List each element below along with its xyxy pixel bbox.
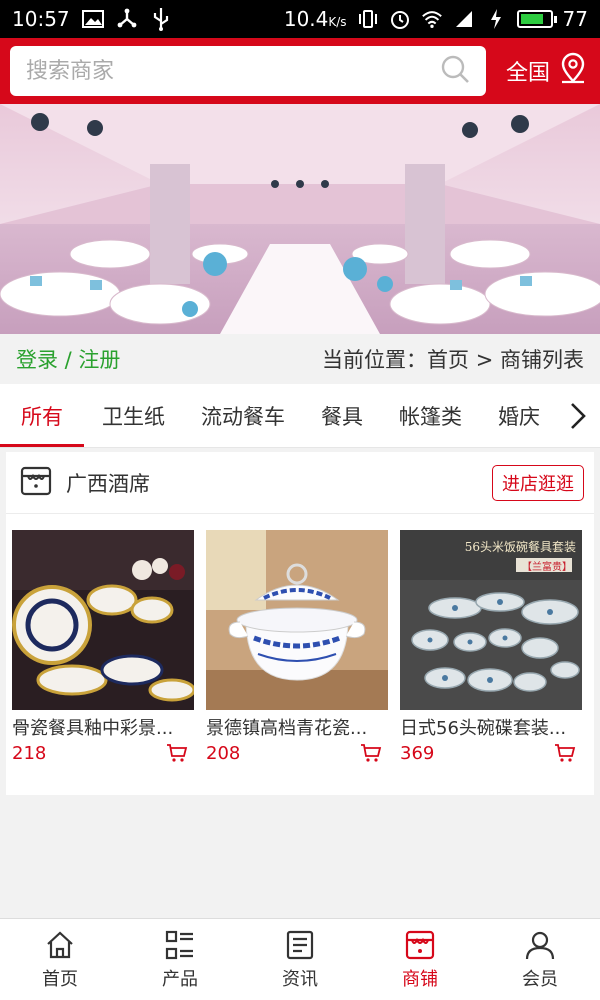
product-price: 218 [12,742,47,764]
search-icon[interactable] [440,54,470,88]
product-list: 骨瓷餐具釉中彩景... 218 景德镇高档青花瓷... 208 56头米饭碗餐具… [6,514,594,794]
product-card[interactable]: 56头米饭碗餐具套装 【兰富贵】 日式56头碗碟套装... 369 [400,530,582,764]
tab-tableware[interactable]: 餐具 [303,384,381,447]
nav-label: 会员 [522,968,558,990]
location-bar: 登录 / 注册 当前位置：首页 > 商铺列表 [0,334,600,384]
location-pin-icon [558,52,588,90]
nav-shops[interactable]: 商铺 [360,919,480,1000]
banner-image[interactable] [0,104,600,334]
tab-wedding[interactable]: 婚庆 [480,384,558,447]
search-box[interactable] [10,46,486,96]
shop-icon [405,930,435,959]
nav-label: 首页 [42,968,78,990]
vibrate-icon [357,8,379,30]
product-card[interactable]: 景德镇高档青花瓷... 208 [206,530,388,764]
nav-products[interactable]: 产品 [120,919,240,1000]
bottom-navigation: 首页 产品 资讯 商铺 会员 [0,918,600,1000]
header: 全国 [0,38,600,104]
nav-news[interactable]: 资讯 [240,919,360,1000]
shop-header: 广西酒席 进店逛逛 [6,452,594,514]
tab-tents[interactable]: 帐篷类 [381,384,480,447]
product-price: 208 [206,742,241,764]
net-speed: 10.4K/s [284,7,347,31]
nav-member[interactable]: 会员 [480,919,600,1000]
tab-label: 流动餐车 [201,404,285,429]
battery-percent: 77 [562,7,588,31]
tab-label: 餐具 [321,404,363,429]
product-card[interactable]: 骨瓷餐具釉中彩景... 218 [12,530,194,764]
chevron-right-icon [571,403,586,429]
net-speed-value: 10.4 [283,7,329,31]
region-selector[interactable]: 全国 [506,52,588,90]
product-image[interactable] [12,530,194,710]
region-label: 全国 [505,61,550,86]
product-title[interactable]: 景德镇高档青花瓷... [206,714,388,740]
product-image[interactable] [206,530,388,710]
search-input[interactable] [26,58,440,84]
charging-icon [485,8,507,30]
battery-icon [516,10,557,28]
status-time: 10:57 [12,7,70,31]
breadcrumb: 当前位置：首页 > 商铺列表 [322,348,584,372]
net-speed-unit: K/s [328,15,347,29]
news-icon [286,930,314,959]
cart-icon[interactable] [166,742,188,764]
tab-all[interactable]: 所有 [0,384,84,447]
signal-icon [453,8,475,30]
tab-label: 婚庆 [498,404,540,429]
tab-label: 帐篷类 [399,404,462,429]
product-image-tag: 【兰富贵】 [522,562,572,573]
tab-label: 所有 [21,404,63,429]
alarm-icon [389,8,411,30]
login-register-link[interactable]: 登录 / 注册 [16,344,120,374]
product-title[interactable]: 骨瓷餐具釉中彩景... [12,714,194,740]
nav-label: 资讯 [282,968,318,990]
tab-label: 卫生纸 [102,404,165,429]
shop-card: 广西酒席 进店逛逛 骨瓷餐具釉中彩景... 218 景德镇高档青花瓷... 20… [6,452,594,795]
status-bar: 10:57 10.4K/s 77 [0,0,600,38]
tab-food-truck[interactable]: 流动餐车 [183,384,303,447]
wifi-icon [421,8,443,30]
product-image-caption: 56头米饭碗餐具套装 [464,540,576,554]
category-tabs: 所有 卫生纸 流动餐车 餐具 帐篷类 婚庆 [0,384,600,448]
nav-label: 产品 [162,968,198,990]
member-icon [525,931,555,959]
products-icon [165,930,193,959]
product-title[interactable]: 日式56头碗碟套装... [400,714,582,740]
nav-label: 商铺 [402,968,438,990]
shop-name[interactable]: 广西酒席 [66,468,150,498]
cart-icon[interactable] [554,742,576,764]
tab-toilet-paper[interactable]: 卫生纸 [84,384,183,447]
product-price: 369 [400,742,435,764]
tabs-scroll-right-button[interactable] [556,384,600,447]
usb-icon [150,8,172,31]
cart-icon[interactable] [360,742,382,764]
visit-shop-button[interactable]: 进店逛逛 [492,464,584,501]
store-icon [20,466,52,500]
battery-fill [520,14,543,24]
image-icon [81,8,104,30]
share-icon [116,8,138,30]
product-image[interactable]: 56头米饭碗餐具套装 【兰富贵】 [400,530,582,710]
nav-home[interactable]: 首页 [0,919,120,1000]
home-icon [47,931,73,958]
